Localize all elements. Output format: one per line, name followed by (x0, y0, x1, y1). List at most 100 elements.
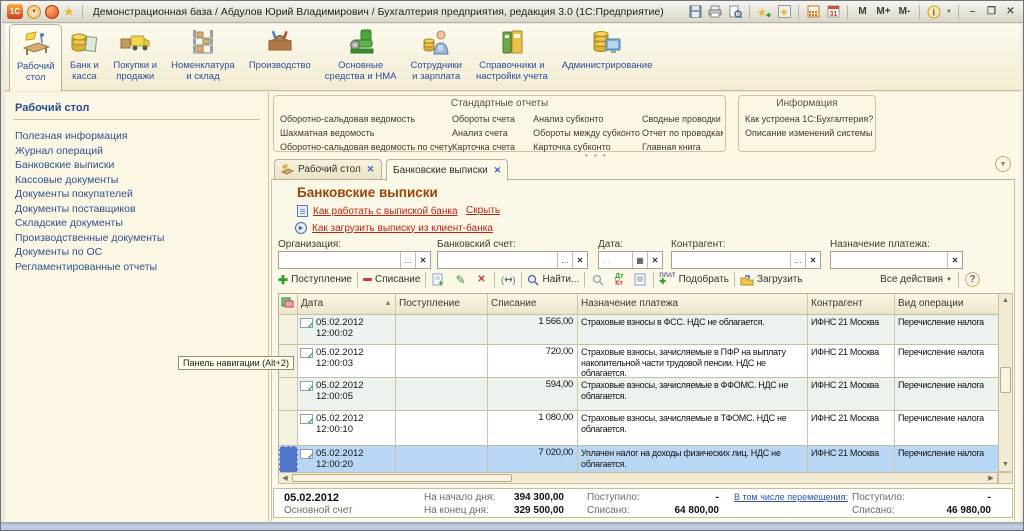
date-filter-input[interactable]: . .▦✕ (598, 251, 663, 269)
scroll-down-icon[interactable]: ▼ (999, 458, 1012, 471)
writeoff-button[interactable]: Списание (363, 274, 420, 285)
tab-bank-statements-close-icon[interactable]: ✕ (494, 165, 502, 176)
load-button[interactable]: Загрузить (740, 274, 803, 286)
table-row[interactable]: 05.02.201212:00:03720,00Страховые взносы… (279, 345, 998, 378)
nav-item-5[interactable]: Документы поставщиков (15, 202, 268, 217)
transfers-link[interactable]: В том числе перемещения: (734, 492, 848, 502)
report-link[interactable]: Шахматная ведомость (280, 126, 452, 140)
favorites-star-icon[interactable]: ★ (63, 5, 75, 19)
memory-m-button[interactable]: M (853, 6, 872, 17)
nav-item-9[interactable]: Регламентированные отчеты (15, 260, 268, 275)
pick-button[interactable]: ПЛАТ✚Подобрать (659, 273, 729, 286)
ribbon-section-fixed-assets[interactable]: Основные средства и НМА (318, 24, 404, 90)
date-clear-icon[interactable]: ✕ (647, 252, 662, 268)
nav-item-4[interactable]: Документы покупателей (15, 187, 268, 202)
help-link-client-bank[interactable]: Как загрузить выписку из клиент-банка (312, 223, 493, 234)
org-choose-icon[interactable]: … (400, 252, 415, 268)
memory-mminus-button[interactable]: M- (895, 6, 914, 17)
report-link[interactable]: Главная книга (642, 140, 723, 154)
report-link[interactable]: Оборотно-сальдовая ведомость по счету (280, 140, 452, 154)
delete-icon[interactable]: ✕ (473, 272, 489, 287)
dtkt-icon[interactable]: ДтКт (611, 272, 627, 287)
date-calendar-icon[interactable]: ▦ (632, 252, 647, 268)
print-icon[interactable] (706, 3, 724, 20)
scroll-right-icon[interactable]: ▶ (985, 473, 997, 484)
horizontal-scroll-thumb[interactable] (292, 474, 512, 482)
ribbon-section-bank[interactable]: Банк и касса (62, 24, 106, 90)
info-icon[interactable]: i (925, 3, 943, 20)
nav-item-3[interactable]: Кассовые документы (15, 173, 268, 188)
hide-link[interactable]: Скрыть (466, 205, 500, 216)
ribbon-section-desktop[interactable]: Рабочий стол (9, 24, 62, 91)
nav-item-8[interactable]: Документы по ОС (15, 245, 268, 260)
report-link[interactable]: Сводные проводки (642, 112, 723, 126)
report-link[interactable]: Анализ счета (452, 126, 533, 140)
scroll-left-icon[interactable]: ◀ (279, 473, 291, 484)
report-link[interactable]: Отчет по проводкам (642, 126, 723, 140)
nav-item-0[interactable]: Полезная информация (15, 129, 268, 144)
account-filter-input[interactable]: …✕ (437, 251, 588, 269)
calendar-icon[interactable]: 31 (824, 3, 842, 20)
memory-mplus-button[interactable]: M+ (874, 6, 893, 17)
nav-item-2[interactable]: Банковские выписки (15, 158, 268, 173)
vertical-scroll-thumb[interactable] (1000, 367, 1011, 393)
horizontal-scrollbar[interactable]: ◀ ▶ (278, 472, 998, 484)
ribbon-section-purchases[interactable]: Покупки и продажи (106, 24, 164, 90)
app-icon[interactable]: 1С (7, 4, 23, 19)
set-interval-icon[interactable]: () (500, 272, 516, 287)
save-icon[interactable] (686, 3, 704, 20)
document-list-icon[interactable] (632, 272, 648, 287)
info-link[interactable]: Описание изменений системы (745, 126, 873, 140)
cancel-search-icon[interactable] (590, 272, 606, 287)
col-header-receipt[interactable]: Поступление (396, 294, 488, 315)
tab-bank-statements[interactable]: Банковские выписки ✕ (386, 159, 508, 181)
nav-item-7[interactable]: Производственные документы (15, 231, 268, 246)
report-link[interactable]: Анализ субконто (533, 112, 642, 126)
ribbon-section-administration[interactable]: Администрирование (555, 24, 660, 90)
report-link[interactable]: Обороты между субконто (533, 126, 642, 140)
counterparty-clear-icon[interactable]: ✕ (805, 252, 820, 268)
copy-icon[interactable]: + (431, 272, 447, 287)
table-row[interactable]: 05.02.201212:00:101 080,00Страховые взно… (279, 411, 998, 446)
vertical-scrollbar[interactable]: ▲ ▼ (998, 293, 1013, 472)
receipt-button[interactable]: ✚Поступление (278, 273, 352, 287)
collapse-desktop-button[interactable]: ▼ (995, 156, 1011, 172)
tab-desktop[interactable]: Рабочий стол ✕ (274, 159, 382, 180)
main-menu-icon[interactable]: ▼ (27, 5, 41, 19)
col-header-operation[interactable]: Вид операции (895, 294, 998, 315)
purpose-filter-input[interactable]: ✕ (830, 251, 963, 269)
close-button[interactable]: ✕ (1002, 4, 1019, 19)
tab-desktop-close-icon[interactable]: ✕ (367, 164, 375, 175)
scroll-up-icon[interactable]: ▲ (999, 294, 1012, 307)
ribbon-section-inventory[interactable]: Номенклатура и склад (164, 24, 242, 90)
col-header-writeoff[interactable]: Списание (488, 294, 578, 315)
find-button[interactable]: Найти... (527, 274, 579, 286)
account-choose-icon[interactable]: … (557, 252, 572, 268)
add-favorite-icon[interactable]: ★ (755, 3, 773, 20)
help-button[interactable]: ? (965, 272, 980, 287)
table-row[interactable]: 05.02.201212:00:05594,00Страховые взносы… (279, 378, 998, 411)
purpose-clear-icon[interactable]: ✕ (947, 252, 962, 268)
nav-item-1[interactable]: Журнал операций (15, 144, 268, 159)
nav-item-6[interactable]: Складские документы (15, 216, 268, 231)
info-dropdown-icon[interactable]: ▼ (945, 3, 953, 20)
edit-icon[interactable]: ✎ (452, 272, 468, 287)
restore-button[interactable]: ❐ (983, 4, 1000, 19)
minimize-button[interactable]: – (964, 4, 981, 19)
info-link[interactable]: Как устроена 1С:Бухгалтерия? (745, 112, 873, 126)
report-link[interactable]: Оборотно-сальдовая ведомость (280, 112, 452, 126)
report-link[interactable]: Обороты счета (452, 112, 533, 126)
statement-type-icon[interactable] (279, 294, 298, 315)
app-round-icon[interactable] (45, 5, 59, 19)
ribbon-section-production[interactable]: Производство (242, 24, 318, 90)
org-clear-icon[interactable]: ✕ (415, 252, 430, 268)
col-header-counterparty[interactable]: Контрагент (808, 294, 895, 315)
help-link-bank-statement[interactable]: Как работать с выпиской банка (313, 206, 458, 217)
ribbon-section-references[interactable]: Справочники и настройки учета (469, 24, 555, 90)
counterparty-choose-icon[interactable]: … (790, 252, 805, 268)
table-row[interactable]: 05.02.201212:00:021 566,00Страховые взно… (279, 315, 998, 345)
favorites-icon[interactable]: ★ (775, 3, 793, 20)
org-filter-input[interactable]: …✕ (278, 251, 431, 269)
calculator-icon[interactable] (804, 3, 822, 20)
account-clear-icon[interactable]: ✕ (572, 252, 587, 268)
